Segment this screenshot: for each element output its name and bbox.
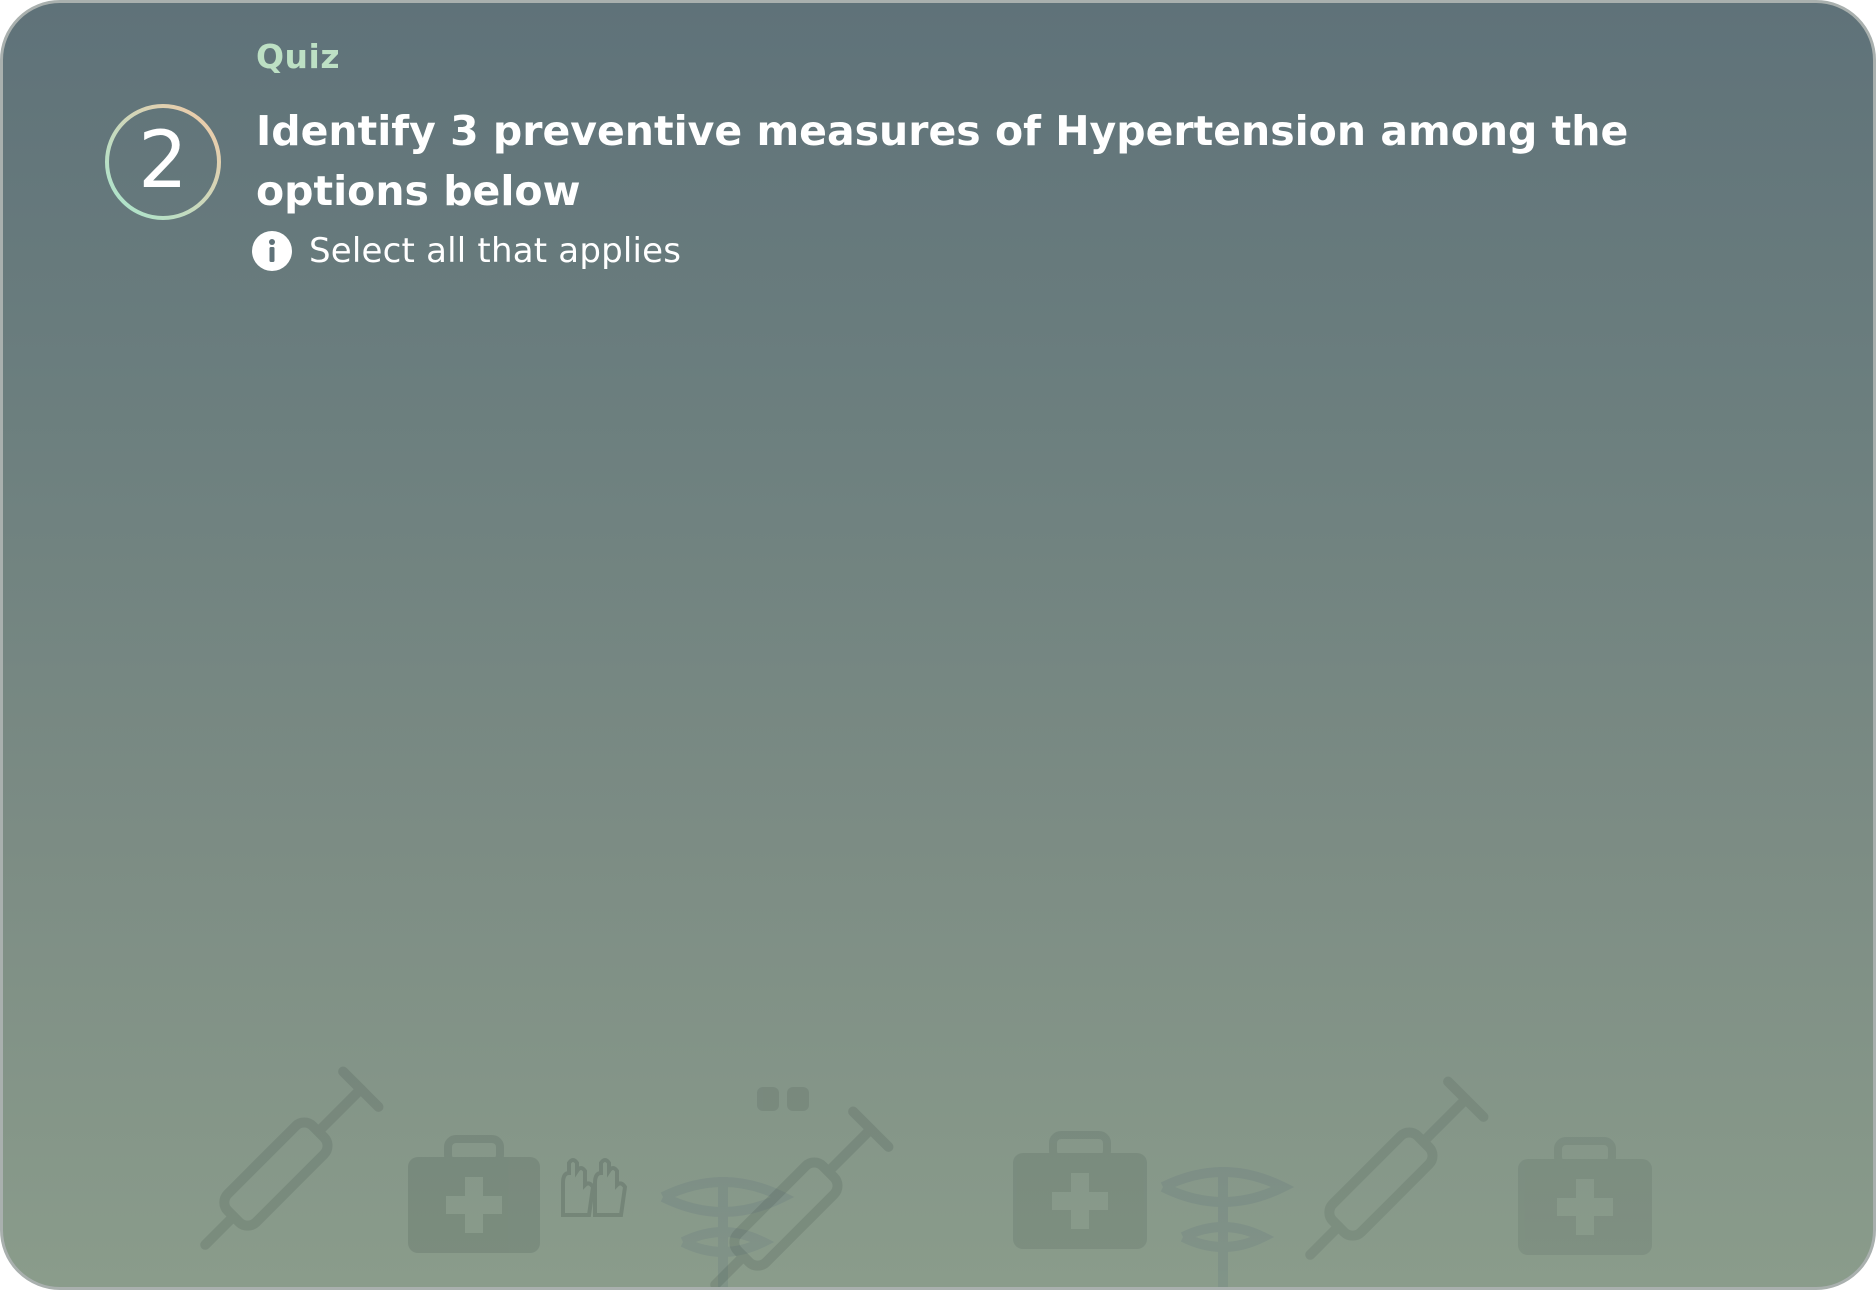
decorative-background <box>200 1066 1652 1287</box>
info-icon <box>252 231 292 271</box>
medical-bag-icon <box>408 1135 540 1253</box>
hint-text: Select all that applies <box>309 231 682 271</box>
gloves-icon <box>561 1158 628 1217</box>
gloves-icon <box>757 1087 809 1111</box>
medical-bag-icon <box>1518 1137 1652 1255</box>
syringe-icon <box>1305 1076 1489 1260</box>
hint-row: Select all that applies <box>252 229 681 273</box>
question-number-badge: 2 <box>104 103 222 221</box>
syringe-icon <box>200 1066 384 1250</box>
syringe-icon <box>710 1106 894 1287</box>
medical-bag-icon <box>1013 1131 1147 1249</box>
quiz-card: Quiz 2 Identify 3 preventive measures of… <box>0 0 1876 1290</box>
caduceus-icon <box>1160 1167 1295 1287</box>
caduceus-icon <box>660 1177 795 1287</box>
question-number: 2 <box>138 116 188 206</box>
question-text: Identify 3 preventive measures of Hypert… <box>256 107 1629 215</box>
quiz-label: Quiz <box>256 37 341 76</box>
